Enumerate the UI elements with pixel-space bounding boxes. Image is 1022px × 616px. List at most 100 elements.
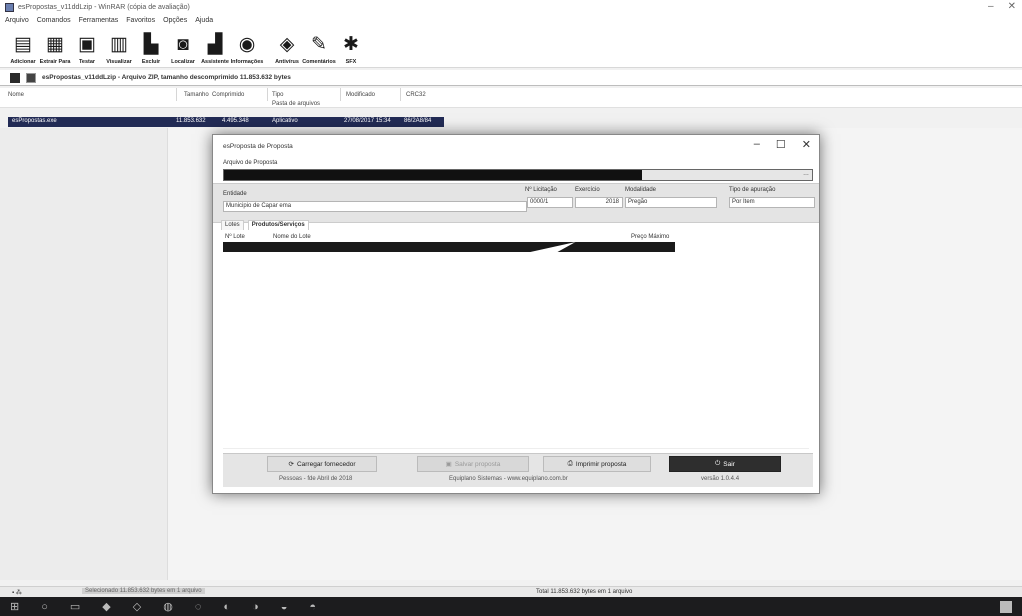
tipo-apuracao-field[interactable]: Por Item <box>729 197 815 208</box>
add-button[interactable]: ▤ Adicionar <box>8 27 38 67</box>
winrar-app-icon <box>5 2 14 12</box>
comment-icon: ✎ <box>311 34 327 55</box>
extract-button[interactable]: ▦ Extrair Para <box>40 27 71 67</box>
menu-ferramentas[interactable]: Ferramentas <box>79 17 119 24</box>
lots-grid-body <box>223 253 809 449</box>
lots-grid-header: Nº Lote Nome do Lote Preço Máximo <box>223 233 675 243</box>
task-view-icon[interactable]: ▭ <box>70 600 80 613</box>
status-total: Total 11.853.632 bytes em 1 arquivo <box>536 589 633 595</box>
file-type: Aplicativo <box>272 118 298 124</box>
col-nome-lote[interactable]: Nome do Lote <box>273 234 311 240</box>
delete-button[interactable]: ▙ Excluir <box>136 27 166 67</box>
menu-comandos[interactable]: Comandos <box>37 17 71 24</box>
dialog-titlebar: esProposta de Proposta – ☐ ✕ <box>213 135 819 157</box>
antivirus-icon: ◈ <box>279 34 295 55</box>
antivirus-label: Antivírus <box>275 59 299 65</box>
col-preco-maximo[interactable]: Preço Máximo <box>631 234 669 240</box>
file-label: Arquivo de Proposta <box>223 160 278 166</box>
zip-archive-icon <box>26 72 36 83</box>
books-icon: ▤ <box>14 34 32 55</box>
dialog-close-button[interactable]: ✕ <box>802 138 811 151</box>
save-proposal-label: Salvar proposta <box>454 460 501 468</box>
footer-vendor: Equiplano Sistemas - www.equiplano.com.b… <box>449 476 568 482</box>
licitacao-field[interactable]: 0000/1 <box>527 197 573 208</box>
file-modified: 27/08/2017 15:34 <box>344 118 391 124</box>
dialog-footer: ⟳ Carregar fornecedor ▣ Salvar proposta ⎙ I… <box>223 453 813 487</box>
entidade-label: Entidade <box>223 191 247 197</box>
app-icon-6[interactable]: ◑ <box>252 601 259 613</box>
column-size[interactable]: Tamanho <box>184 92 209 98</box>
app-icon-3[interactable]: ◍ <box>163 600 173 613</box>
test-button[interactable]: ▣ Testar <box>72 27 102 67</box>
antivirus-button[interactable]: ◈ Antivírus <box>272 27 302 67</box>
app-icon-1[interactable]: ◆ <box>102 600 110 613</box>
start-icon[interactable]: ⊞ <box>10 600 19 613</box>
browse-button[interactable]: … <box>801 171 811 179</box>
file-list-header: Nome Tamanho Comprimido Tipo Modificado … <box>0 88 1022 108</box>
wizard-button[interactable]: ▟ Assistente <box>200 27 230 67</box>
menu-bar: Arquivo Comandos Ferramentas Favoritos O… <box>0 14 1022 26</box>
minimize-button[interactable]: – <box>988 1 994 12</box>
dialog-title: esProposta de Proposta <box>223 143 293 150</box>
menu-favoritos[interactable]: Favoritos <box>126 17 155 24</box>
app-icon-8[interactable]: ◓ <box>309 601 316 613</box>
licitacao-label: Nº Licitação <box>525 187 557 193</box>
column-type[interactable]: Tipo <box>272 92 283 98</box>
entidade-field[interactable]: Municipio de Capar ema <box>223 201 527 212</box>
comment-label: Comentários <box>302 59 336 65</box>
print-proposal-button[interactable]: ⎙ Imprimir proposta <box>543 456 651 472</box>
dialog-minimize-button[interactable]: – <box>754 138 760 151</box>
save-proposal-button[interactable]: ▣ Salvar proposta <box>417 456 529 472</box>
address-path[interactable]: esPropostas_v11ddLzip - Arquivo ZIP, tam… <box>42 74 291 81</box>
up-folder-button[interactable] <box>10 72 20 83</box>
file-size: 11.853.632 <box>176 118 206 124</box>
proposal-file-input[interactable]: … <box>223 169 813 181</box>
exercicio-label: Exercício <box>575 187 600 193</box>
column-packed[interactable]: Comprimido <box>212 92 244 98</box>
info-button[interactable]: ◉ Informações <box>230 27 264 67</box>
search-icon[interactable]: ○ <box>41 601 48 613</box>
proposal-dialog: esProposta de Proposta – ☐ ✕ Arquivo de … <box>212 134 820 494</box>
find-button[interactable]: ◙ Localizar <box>168 27 198 67</box>
exit-icon: ⏻ <box>715 460 721 467</box>
app-icon-4[interactable]: ◌ <box>195 601 202 613</box>
table-row[interactable] <box>223 242 675 252</box>
close-button[interactable]: ✕ <box>1008 1 1016 12</box>
exercicio-field[interactable]: 2018 <box>575 197 623 208</box>
dialog-maximize-button[interactable]: ☐ <box>776 138 786 151</box>
tipo-apuracao-label: Tipo de apuração <box>729 187 776 193</box>
app-icon-5[interactable]: ◐ <box>223 601 230 613</box>
menu-ajuda[interactable]: Ajuda <box>195 17 213 24</box>
tab-lotes[interactable]: Lotes <box>221 220 244 230</box>
menu-arquivo[interactable]: Arquivo <box>5 17 29 24</box>
column-name[interactable]: Nome <box>8 92 24 98</box>
window-titlebar: esPropostas_v11ddLzip - WinRAR (cópia de… <box>0 0 1022 14</box>
sfx-icon: ✱ <box>343 34 359 55</box>
file-packed: 4.495.348 <box>222 118 249 124</box>
app-icon-2[interactable]: ◇ <box>133 600 141 613</box>
footer-version: versão 1.0.4.4 <box>701 476 740 482</box>
load-icon: ⟳ <box>288 461 294 468</box>
tab-produtos-servicos[interactable]: Produtos/Serviços <box>247 220 309 230</box>
test-label: Testar <box>78 59 96 65</box>
comment-button[interactable]: ✎ Comentários <box>302 27 336 67</box>
save-icon: ▣ <box>445 461 452 468</box>
column-crc[interactable]: CRC32 <box>406 92 426 98</box>
test-icon: ▣ <box>78 34 96 55</box>
modalidade-field[interactable]: Pregão <box>625 197 717 208</box>
print-icon: ⎙ <box>567 460 573 467</box>
exit-button[interactable]: ⏻ Sair <box>669 456 781 472</box>
wizard-icon: ▟ <box>207 34 223 55</box>
app-icon-7[interactable]: ◒ <box>281 601 288 613</box>
menu-opcoes[interactable]: Opções <box>163 17 187 24</box>
add-label: Adicionar <box>10 59 36 65</box>
column-modified[interactable]: Modificado <box>346 92 375 98</box>
notification-icon[interactable] <box>1000 601 1012 613</box>
load-supplier-button[interactable]: ⟳ Carregar fornecedor <box>267 456 377 472</box>
view-label: Visualizar <box>106 59 132 65</box>
info-label: Informações <box>230 59 264 65</box>
status-bar: ▪ ⁂ Selecionado 11.853.632 bytes em 1 ar… <box>0 586 1022 597</box>
view-button[interactable]: ▥ Visualizar <box>104 27 134 67</box>
col-lote[interactable]: Nº Lote <box>225 234 245 240</box>
sfx-button[interactable]: ✱ SFX <box>336 27 366 67</box>
